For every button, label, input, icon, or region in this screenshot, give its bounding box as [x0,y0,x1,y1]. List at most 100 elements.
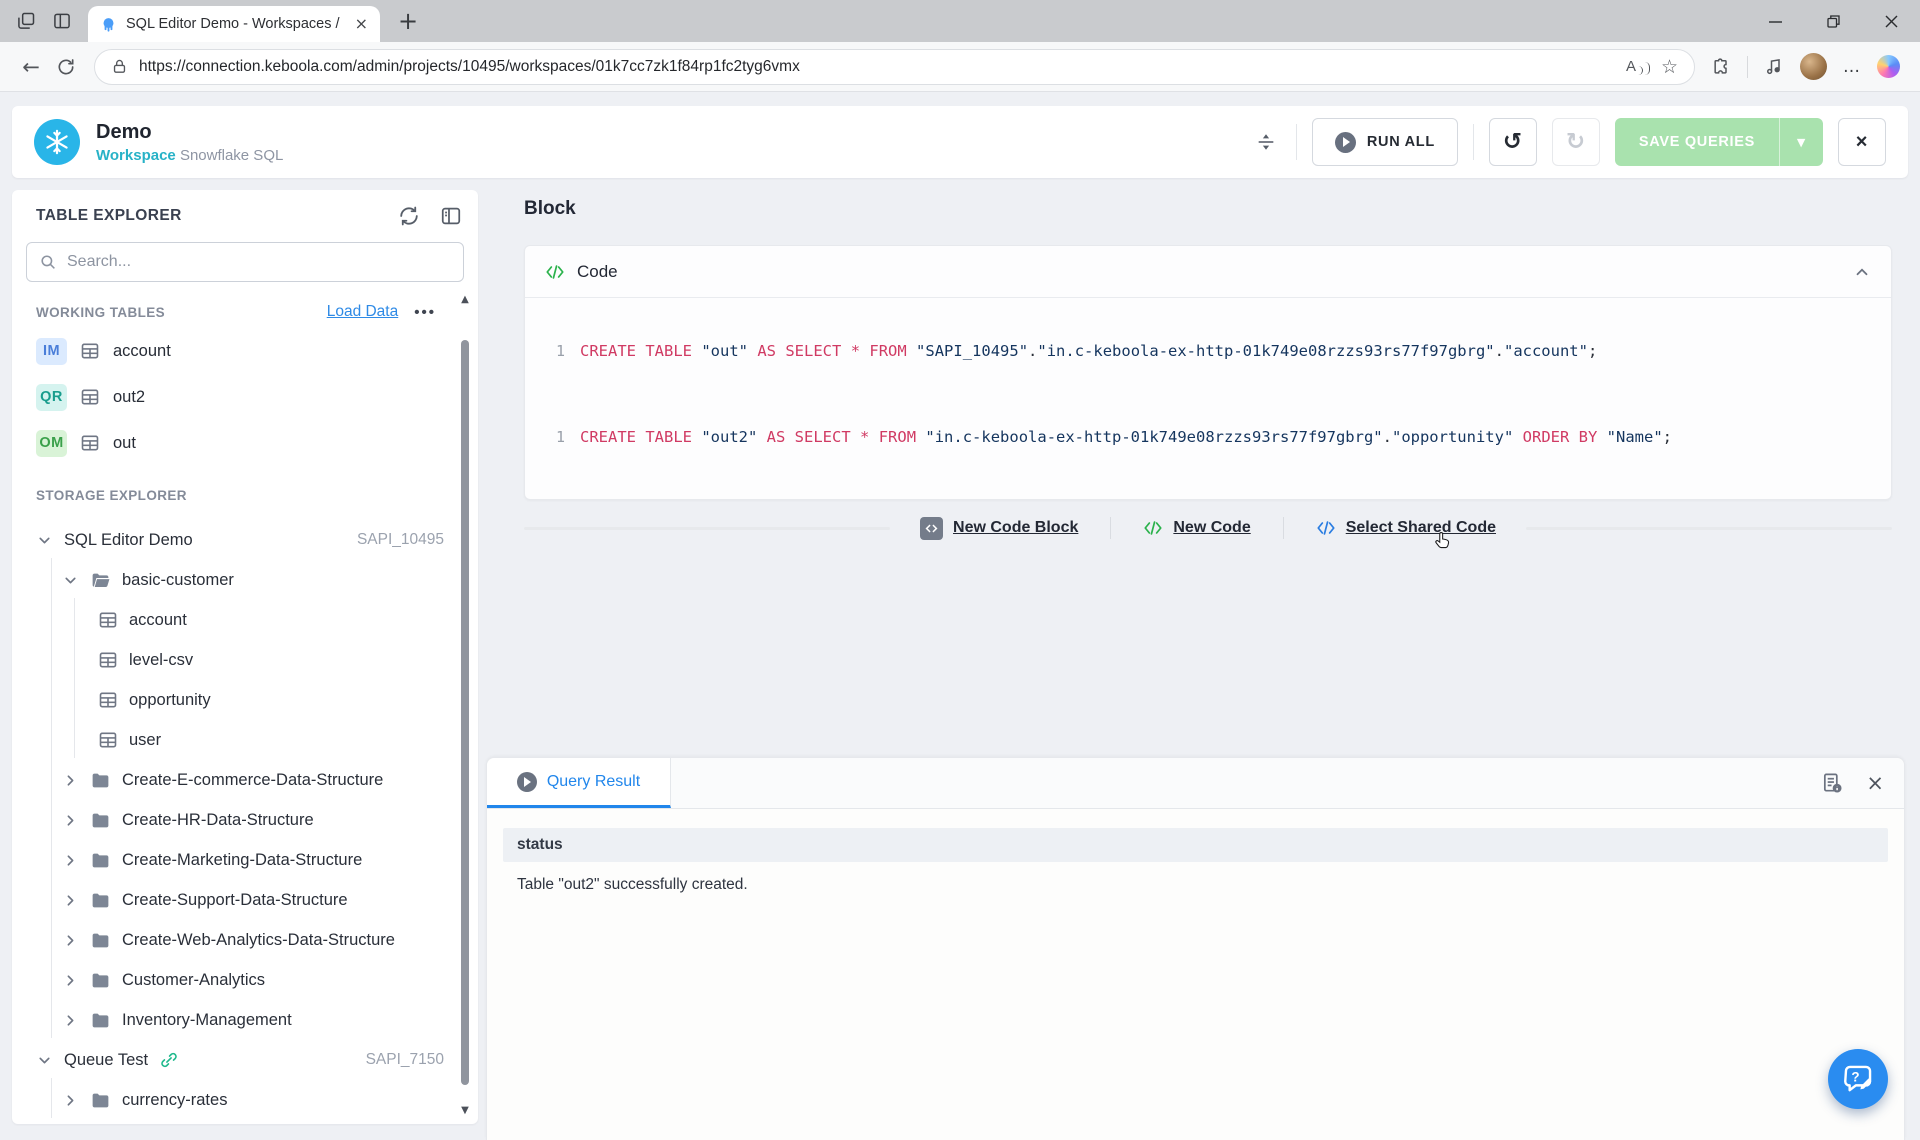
chevron-down-icon[interactable] [36,532,53,549]
folder-row[interactable]: Create-Support-Data-Structure [12,880,444,920]
favorite-star-icon[interactable]: ☆ [1661,56,1678,78]
browser-tab-bar: SQL Editor Demo - Workspaces / × + [0,0,1920,42]
table-alias-badge: IM [36,338,67,365]
browser-tab[interactable]: SQL Editor Demo - Workspaces / × [88,6,380,42]
sql-code[interactable]: CREATE TABLE "out2" AS SELECT * FROM "in… [580,428,1672,446]
chevron-right-icon[interactable] [62,772,79,789]
support-chat-button[interactable]: ? [1828,1049,1888,1109]
window-minimize-button[interactable] [1746,0,1804,42]
chevron-down-icon[interactable] [62,572,79,589]
extensions-icon[interactable] [1711,57,1731,77]
media-controls-icon[interactable] [1764,57,1784,77]
search-icon [39,253,57,271]
window-restore-button[interactable] [1804,0,1862,42]
redo-button[interactable]: ↻ [1552,118,1600,166]
divider-line [524,527,890,530]
copilot-icon[interactable] [1877,55,1900,78]
scrollbar-thumb[interactable] [461,340,469,1085]
query-result-tab[interactable]: Query Result [487,758,671,808]
working-table-row[interactable]: OMout [36,420,436,466]
folder-row[interactable]: Create-HR-Data-Structure [12,800,444,840]
vertical-tabs-icon[interactable] [52,11,72,31]
chevron-down-icon[interactable] [36,1052,53,1069]
run-all-button[interactable]: RUN ALL [1312,118,1458,166]
browser-menu-icon[interactable]: … [1843,57,1861,77]
working-table-row[interactable]: QRout2 [36,374,436,420]
sql-editor-line[interactable]: 1 CREATE TABLE "out" AS SELECT * FROM "S… [535,334,1891,368]
profile-avatar[interactable] [1800,53,1827,80]
bucket-row[interactable]: SQL Editor DemoSAPI_10495 [12,520,444,560]
tab-close-icon[interactable]: × [355,16,368,32]
chevron-right-icon[interactable] [62,1092,79,1109]
result-details-icon[interactable] [1821,772,1844,795]
chevron-right-icon[interactable] [62,812,79,829]
new-tab-button[interactable]: + [398,9,418,33]
table-search[interactable] [26,242,464,282]
folder-icon [90,890,111,911]
code-editors: 1 CREATE TABLE "out" AS SELECT * FROM "S… [525,298,1891,454]
chevron-right-icon[interactable] [62,972,79,989]
collapse-code-icon[interactable] [1853,263,1871,281]
tree-item-label: level-csv [129,651,193,670]
workspace-actions: RUN ALL ↺ ↻ SAVE QUERIES▼ × [1255,118,1886,166]
close-results-icon[interactable]: × [1866,773,1884,794]
folder-row[interactable]: Inventory-Management [12,1000,444,1040]
workspace-header: Demo Workspace Snowflake SQL RUN ALL ↺ ↻… [12,106,1908,178]
close-workspace-button[interactable]: × [1838,118,1886,166]
storage-table-row[interactable]: opportunity [12,680,444,720]
back-button[interactable]: ← [14,55,48,79]
folder-row[interactable]: Create-Marketing-Data-Structure [12,840,444,880]
query-result-panel: Query Result × status Table "out2" succe… [486,757,1905,1140]
app-background: Demo Workspace Snowflake SQL RUN ALL ↺ ↻… [0,92,1920,1140]
select-shared-code-link[interactable]: Select Shared Code [1316,518,1496,538]
keboola-favicon-icon [100,16,117,33]
code-block-header[interactable]: Code [525,246,1891,298]
save-queries-button[interactable]: SAVE QUERIES▼ [1615,118,1823,166]
bucket-row[interactable]: Queue TestSAPI_7150 [12,1040,444,1080]
lock-icon [111,58,128,75]
folder-row[interactable]: currency-rates [12,1080,444,1120]
chevron-right-icon[interactable] [62,852,79,869]
workspace-title: Demo [96,121,283,144]
sql-code[interactable]: CREATE TABLE "out" AS SELECT * FROM "SAP… [580,342,1597,360]
query-result-tabbar: Query Result × [487,758,1904,809]
table-alias-badge: QR [36,384,67,411]
storage-table-row[interactable]: level-csv [12,640,444,680]
folder-icon [90,850,111,871]
save-dropdown-caret-icon[interactable]: ▼ [1779,118,1823,166]
folder-row[interactable]: Customer-Analytics [12,960,444,1000]
workspace-backend-label: Snowflake SQL [180,147,283,164]
refresh-tables-icon[interactable] [398,205,420,227]
address-bar[interactable]: https://connection.keboola.com/admin/pro… [94,49,1695,85]
split-view-icon[interactable] [1255,131,1277,153]
snowflake-icon [34,119,80,165]
folder-row[interactable]: Create-Web-Analytics-Data-Structure [12,920,444,960]
working-table-row[interactable]: IMaccount [36,328,436,374]
chevron-right-icon[interactable] [62,932,79,949]
chevron-right-icon[interactable] [62,1012,79,1029]
load-data-link[interactable]: Load Data [327,303,399,321]
tab-group-icon[interactable] [16,11,36,31]
folder-icon [90,930,111,951]
chevron-right-icon[interactable] [62,892,79,909]
search-input[interactable] [67,253,451,271]
scroll-down-icon[interactable]: ▼ [457,1105,473,1116]
storage-table-row[interactable]: user [12,720,444,760]
undo-button[interactable]: ↺ [1489,118,1537,166]
read-aloud-icon[interactable]: A [1626,58,1650,75]
collapse-panel-icon[interactable] [440,205,462,227]
storage-table-row[interactable]: account [12,600,444,640]
window-close-button[interactable] [1862,0,1920,42]
scroll-up-icon[interactable]: ▲ [457,294,473,305]
new-code-block-link[interactable]: New Code Block [920,517,1078,540]
working-tables-menu-icon[interactable]: ••• [414,304,436,321]
header-divider [1296,124,1297,160]
new-code-link[interactable]: New Code [1143,518,1250,538]
workspace-titles: Demo Workspace Snowflake SQL [96,121,283,164]
refresh-button[interactable] [56,57,76,77]
workspace-breadcrumb-link[interactable]: Workspace [96,147,176,164]
folder-row[interactable]: basic-customer [12,560,444,600]
sidebar-scrollbar[interactable]: ▲ ▼ [457,294,473,1116]
folder-row[interactable]: Create-E-commerce-Data-Structure [12,760,444,800]
sql-editor-line[interactable]: 1 CREATE TABLE "out2" AS SELECT * FROM "… [535,420,1891,454]
